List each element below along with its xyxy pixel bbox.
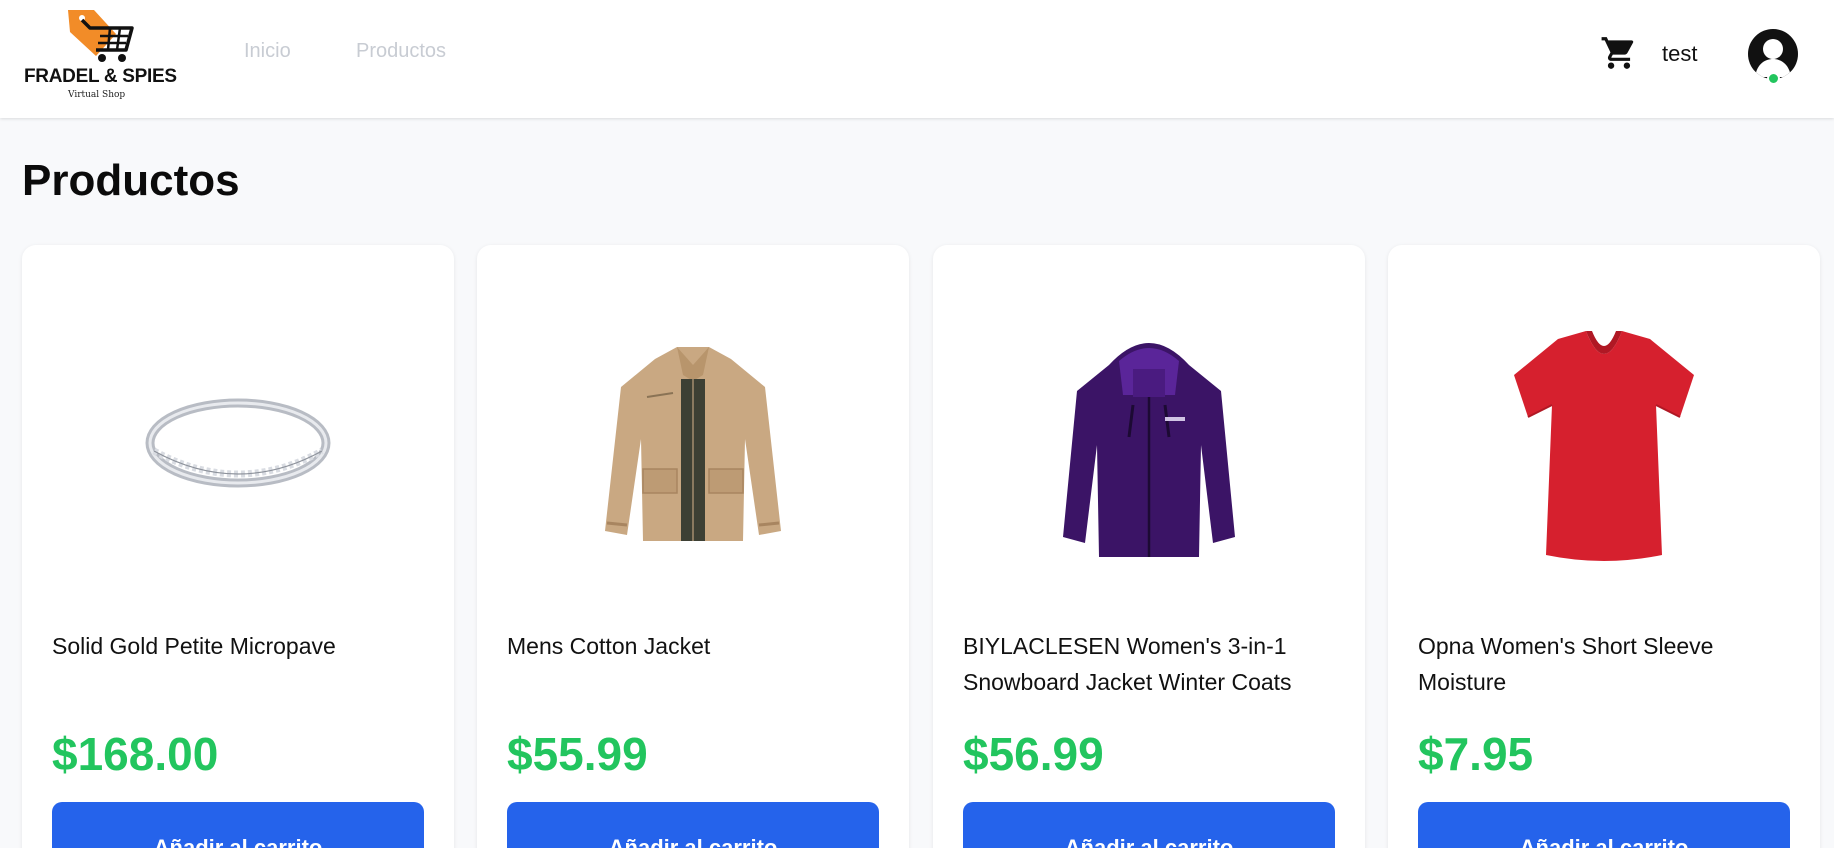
snowboard-jacket-image [1063, 343, 1235, 557]
nav-link-productos[interactable]: Productos [356, 40, 446, 63]
product-image[interactable] [477, 265, 909, 625]
brand-name: FRADEL & SPIES [24, 66, 177, 87]
product-price: $55.99 [507, 728, 648, 780]
ring-image [145, 398, 331, 488]
product-price: $7.95 [1418, 728, 1534, 780]
product-image[interactable] [1388, 265, 1820, 625]
product-name[interactable]: Solid Gold Petite Micropave [52, 628, 422, 664]
product-card: Mens Cotton Jacket $55.99 Añadir al carr… [477, 245, 909, 848]
brand-logo[interactable]: FRADEL & SPIES Virtual Shop [20, 6, 177, 100]
shopping-cart-icon [1601, 37, 1634, 69]
product-card: Solid Gold Petite Micropave $168.00 Añad… [22, 245, 454, 848]
jacket-image [605, 347, 781, 541]
add-to-cart-button[interactable]: Añadir al carrito [963, 802, 1335, 848]
product-name[interactable]: Mens Cotton Jacket [507, 628, 877, 664]
add-to-cart-button[interactable]: Añadir al carrito [507, 802, 879, 848]
nav-link-inicio[interactable]: Inicio [244, 40, 291, 63]
product-image[interactable] [22, 265, 454, 625]
product-price: $56.99 [963, 728, 1104, 780]
product-card: Opna Women's Short Sleeve Moisture $7.95… [1388, 245, 1820, 848]
add-to-cart-button[interactable]: Añadir al carrito [1418, 802, 1790, 848]
product-card: BIYLACLESEN Women's 3-in-1 Snowboard Jac… [933, 245, 1365, 848]
shopping-cart-logo-icon [68, 10, 134, 62]
tshirt-image [1514, 331, 1694, 561]
cart-icon[interactable] [1600, 34, 1638, 72]
online-status-dot [1767, 72, 1780, 85]
product-name[interactable]: BIYLACLESEN Women's 3-in-1 Snowboard Jac… [963, 628, 1333, 700]
product-price: $168.00 [52, 728, 219, 780]
top-navbar: FRADEL & SPIES Virtual Shop Inicio Produ… [0, 0, 1834, 118]
username: test [1662, 41, 1698, 66]
page-title: Productos [22, 156, 240, 205]
add-to-cart-button[interactable]: Añadir al carrito [52, 802, 424, 848]
product-name[interactable]: Opna Women's Short Sleeve Moisture [1418, 628, 1788, 700]
brand-tagline: Virtual Shop [68, 90, 126, 100]
product-image[interactable] [933, 265, 1365, 625]
